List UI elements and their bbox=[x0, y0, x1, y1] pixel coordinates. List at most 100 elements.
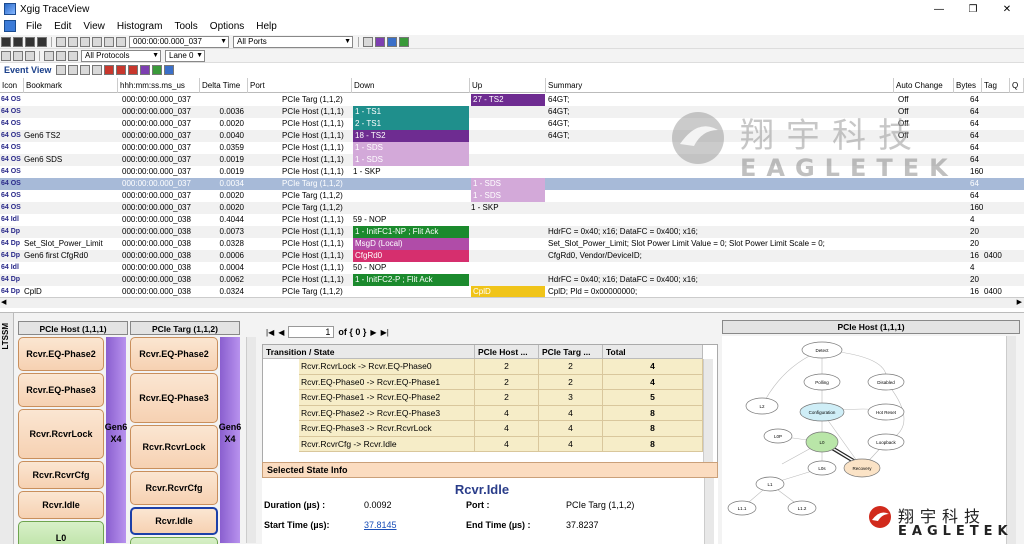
first-page-icon[interactable]: |◀ bbox=[266, 328, 274, 337]
page-input[interactable]: 1 bbox=[288, 326, 335, 338]
diagram-vscroll[interactable] bbox=[1006, 336, 1016, 544]
host-state[interactable]: Rcvr.RcvrLock bbox=[18, 409, 104, 459]
menu-file[interactable]: File bbox=[20, 21, 48, 32]
table-row[interactable]: 64 OS 000:00:00.000_037 0.0020 PCIe Host (1… bbox=[0, 118, 1024, 130]
targ-state[interactable]: Rcvr.EQ-Phase2 bbox=[130, 337, 218, 371]
stats-icon[interactable] bbox=[387, 36, 397, 47]
funnel-icon[interactable] bbox=[92, 65, 103, 75]
targ-state[interactable]: Rcvr.RcvrCfg bbox=[130, 471, 218, 505]
transition-row[interactable]: Rcvr.EQ-Phase1 -> Rcvr.EQ-Phase2 2 3 5 bbox=[263, 390, 703, 406]
trans-col-host[interactable]: PCIe Host ... bbox=[475, 345, 539, 359]
col-tag[interactable]: Tag bbox=[982, 78, 1010, 93]
targ-state[interactable]: Rcvr.EQ-Phase3 bbox=[130, 373, 218, 423]
table-row[interactable]: 64 Idl 000:00:00.000_038 0.0004 PCIe Host (… bbox=[0, 262, 1024, 274]
table-row[interactable]: 64 OS 000:00:00.000_037 0.0020 PCIe Targ (1… bbox=[0, 190, 1024, 202]
host-state[interactable]: Rcvr.EQ-Phase2 bbox=[18, 337, 104, 371]
table-row[interactable]: 64 Dp 000:00:00.000_038 0.0073 PCIe Host (1… bbox=[0, 226, 1024, 238]
transition-row[interactable]: Rcvr.EQ-Phase0 -> Rcvr.EQ-Phase1 2 2 4 bbox=[263, 374, 703, 390]
unmark-icon[interactable] bbox=[116, 65, 127, 75]
transition-row[interactable]: Rcvr.RcvrLock -> Rcvr.EQ-Phase0 2 2 4 bbox=[263, 359, 703, 375]
col-down[interactable]: Down bbox=[352, 78, 470, 93]
import-icon[interactable] bbox=[37, 36, 47, 47]
next-page-icon[interactable]: ▶ bbox=[370, 328, 376, 337]
col-auto-change[interactable]: Auto Change bbox=[894, 78, 954, 93]
info-vscroll[interactable] bbox=[704, 478, 714, 544]
table-row[interactable]: 64 OS Gen6 TS2 000:00:00.000_037 0.0040 PCIe… bbox=[0, 130, 1024, 142]
close-button[interactable]: ✕ bbox=[990, 0, 1024, 18]
save-icon[interactable] bbox=[13, 36, 23, 47]
targ-state-l0[interactable]: L0 bbox=[130, 537, 218, 544]
transition-vscroll[interactable] bbox=[703, 359, 713, 467]
system-menu-icon[interactable] bbox=[4, 20, 16, 32]
table-row[interactable]: 64 Dp Gen6 first CfgRd0 000:00:00.000_038 0… bbox=[0, 250, 1024, 262]
trans-col-total[interactable]: Total bbox=[603, 345, 703, 359]
ports-select[interactable]: All Ports ▼ bbox=[233, 35, 353, 48]
tag-icon[interactable] bbox=[44, 50, 54, 61]
table-row[interactable]: 64 OS 000:00:00.000_037 0.0020 PCIe Targ (1… bbox=[0, 202, 1024, 214]
protocols-select[interactable]: All Protocols ▼ bbox=[81, 49, 161, 62]
view-options-icon[interactable] bbox=[56, 65, 67, 75]
col-q[interactable]: Q bbox=[1010, 78, 1024, 93]
col-up[interactable]: Up bbox=[470, 78, 546, 93]
clock-icon[interactable] bbox=[92, 36, 102, 47]
zoom-out-icon[interactable] bbox=[13, 50, 23, 61]
menu-help[interactable]: Help bbox=[250, 21, 283, 32]
table-row[interactable]: 64 OS 000:00:00.000_037 0.0019 PCIe Host (1… bbox=[0, 166, 1024, 178]
down-arrow-icon[interactable] bbox=[80, 65, 91, 75]
jump-icon[interactable] bbox=[128, 65, 139, 75]
lane-select[interactable]: Lane 0 ▼ bbox=[165, 49, 205, 62]
copy-icon[interactable] bbox=[104, 36, 114, 47]
host-state[interactable]: Rcvr.Idle bbox=[18, 491, 104, 519]
start-time-link[interactable]: 37.8145 bbox=[364, 520, 397, 530]
columns-icon[interactable] bbox=[140, 65, 151, 75]
host-state[interactable]: Rcvr.EQ-Phase3 bbox=[18, 373, 104, 407]
trans-col-targ[interactable]: PCIe Targ ... bbox=[539, 345, 603, 359]
table-row[interactable]: 64 Dp 000:00:00.000_038 0.0062 PCIe Host (1… bbox=[0, 274, 1024, 286]
horizontal-scrollbar[interactable]: ◀ ▶ bbox=[0, 297, 1024, 308]
transition-row[interactable]: Rcvr.EQ-Phase2 -> Rcvr.EQ-Phase3 4 4 8 bbox=[263, 405, 703, 421]
col-port[interactable]: Port bbox=[248, 78, 352, 93]
table-row[interactable]: 64 OS 000:00:00.000_037 0.0359 PCIe Host (1… bbox=[0, 142, 1024, 154]
list-icon[interactable] bbox=[80, 36, 90, 47]
col-icon[interactable]: Icon bbox=[0, 78, 24, 93]
table-row[interactable]: 64 OS Gen6 SDS 000:00:00.000_037 0.0019 PCIe… bbox=[0, 154, 1024, 166]
col-summary[interactable]: Summary bbox=[546, 78, 894, 93]
sync-icon[interactable] bbox=[164, 65, 175, 75]
menu-view[interactable]: View bbox=[77, 21, 111, 32]
transition-row[interactable]: Rcvr.EQ-Phase3 -> Rcvr.RcvrLock 4 4 8 bbox=[263, 421, 703, 437]
link-icon[interactable] bbox=[68, 50, 78, 61]
col-time[interactable]: hhh:mm:ss.ms_us bbox=[118, 78, 200, 93]
zoom-in-icon[interactable] bbox=[1, 50, 11, 61]
menu-options[interactable]: Options bbox=[204, 21, 250, 32]
table-row[interactable]: 64 OS 000:00:00.000_037 0.0034 PCIe Targ (1… bbox=[0, 178, 1024, 190]
star-icon[interactable] bbox=[56, 50, 66, 61]
table-row[interactable]: 64 Dp Set_Slot_Power_Limit 000:00:00.000_0… bbox=[0, 238, 1024, 250]
menu-tools[interactable]: Tools bbox=[168, 21, 203, 32]
search-icon[interactable] bbox=[363, 36, 373, 47]
col-delta[interactable]: Delta Time bbox=[200, 78, 248, 93]
transition-row[interactable]: Rcvr.RcvrCfg -> Rcvr.Idle 4 4 8 bbox=[263, 436, 703, 452]
targ-state[interactable]: Rcvr.RcvrLock bbox=[130, 425, 218, 469]
table-row[interactable]: 64 OS 000:00:00.000_037 0.0036 PCIe Host (1… bbox=[0, 106, 1024, 118]
filter-icon[interactable] bbox=[116, 36, 126, 47]
up-arrow-icon[interactable] bbox=[68, 65, 79, 75]
col-bookmark[interactable]: Bookmark bbox=[24, 78, 118, 93]
fit-icon[interactable] bbox=[25, 50, 35, 61]
export-icon[interactable] bbox=[25, 36, 35, 47]
ltssm-vscroll[interactable] bbox=[246, 337, 256, 543]
expand-icon[interactable] bbox=[152, 65, 163, 75]
minimize-button[interactable]: — bbox=[922, 0, 956, 18]
trans-col-state[interactable]: Transition / State bbox=[263, 345, 475, 359]
grid-icon[interactable] bbox=[68, 36, 78, 47]
histogram-icon[interactable] bbox=[375, 36, 385, 47]
host-state[interactable]: Rcvr.RcvrCfg bbox=[18, 461, 104, 489]
host-state-l0[interactable]: L0 bbox=[18, 521, 104, 544]
scroll-right-icon[interactable]: ▶ bbox=[1017, 298, 1022, 306]
targ-state-selected[interactable]: Rcvr.Idle bbox=[130, 507, 218, 535]
table-row[interactable]: 64 OS 000:00:00.000_037 PCIe Targ (1,1,2) 6… bbox=[0, 94, 1024, 106]
time-field[interactable]: 000:00:00.000_037 ▼ bbox=[129, 35, 229, 48]
print-icon[interactable] bbox=[56, 36, 66, 47]
table-row[interactable]: 64 Idl 000:00:00.000_038 0.4044 PCIe Host (… bbox=[0, 214, 1024, 226]
prev-page-icon[interactable]: ◀ bbox=[278, 328, 284, 337]
menu-histogram[interactable]: Histogram bbox=[111, 21, 169, 32]
